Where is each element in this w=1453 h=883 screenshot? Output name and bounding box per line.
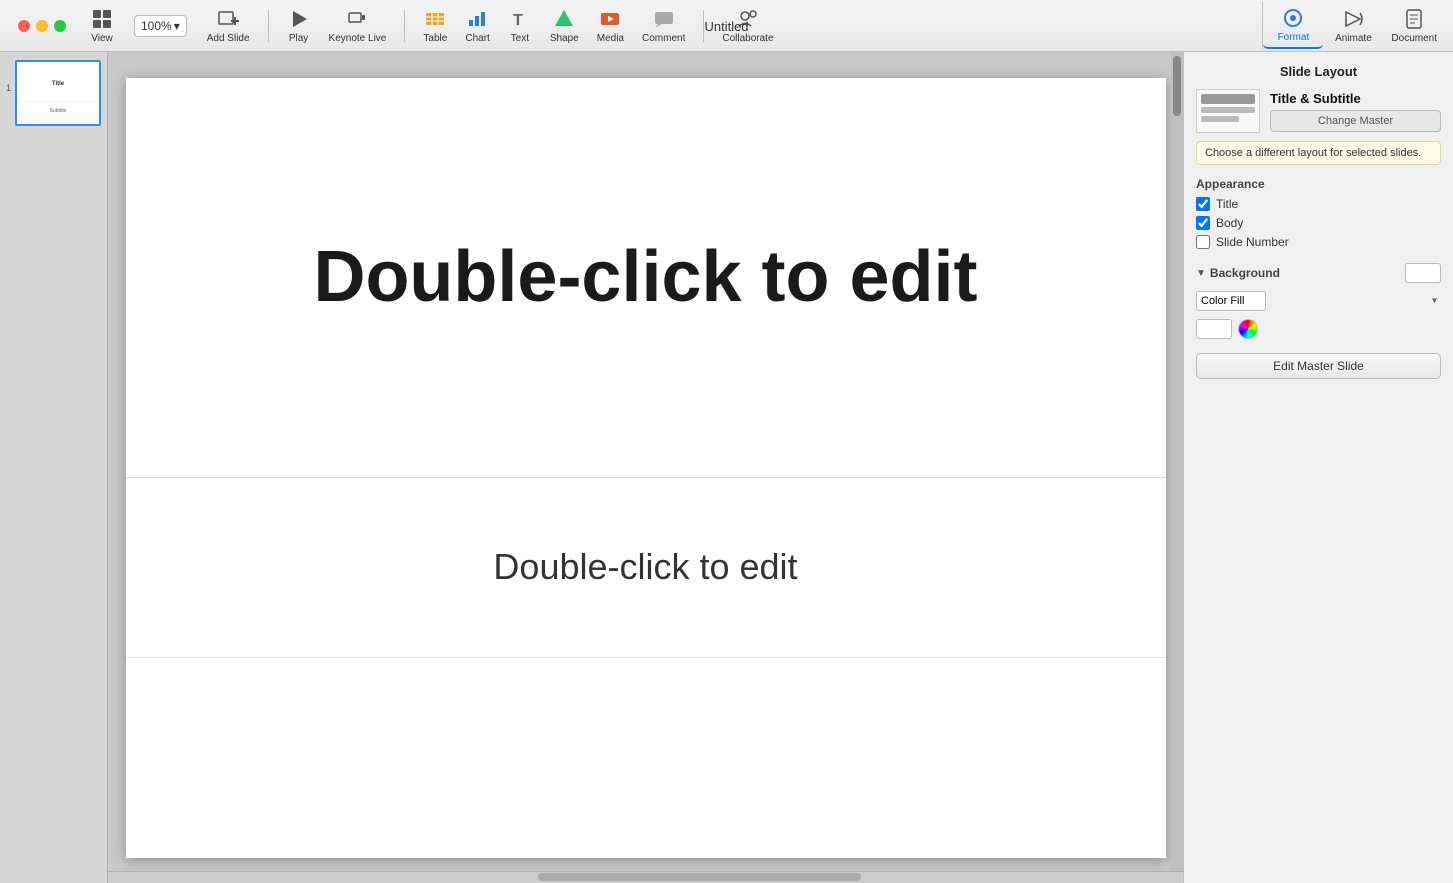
layout-thumb-sub-line2 <box>1201 116 1239 122</box>
media-button[interactable]: Media <box>589 3 632 48</box>
title-checkbox-label: Title <box>1216 197 1238 211</box>
zoom-control[interactable]: 100% ▾ <box>134 15 187 37</box>
shape-label: Shape <box>550 33 579 44</box>
minimize-button[interactable] <box>36 20 48 32</box>
text-button[interactable]: T Text <box>500 3 540 48</box>
chart-label: Chart <box>465 33 489 44</box>
background-title: Background <box>1210 266 1280 280</box>
layout-info: Title & Subtitle Change Master <box>1270 91 1441 132</box>
slide-number-checkbox[interactable] <box>1196 235 1210 249</box>
slide-canvas[interactable]: Double-click to edit Double-click to edi… <box>126 78 1166 858</box>
keynote-live-button[interactable]: Keynote Live <box>321 3 395 48</box>
title-checkbox-row: Title <box>1196 197 1441 211</box>
play-label: Play <box>289 33 308 44</box>
slide-thumbnail[interactable]: Title Subtitle <box>15 60 101 126</box>
animate-tab[interactable]: Animate <box>1323 3 1383 48</box>
divider-1 <box>268 10 269 42</box>
appearance-title: Appearance <box>1196 177 1441 191</box>
layout-thumbnail <box>1196 89 1260 133</box>
slide-number: 1 <box>6 83 11 93</box>
slide-number-checkbox-label: Slide Number <box>1216 235 1289 249</box>
maximize-button[interactable] <box>54 20 66 32</box>
keynote-live-label: Keynote Live <box>329 33 387 44</box>
text-icon: T <box>508 7 532 31</box>
background-fill-swatch[interactable] <box>1196 319 1232 339</box>
body-checkbox-row: Body <box>1196 216 1441 230</box>
title-placeholder[interactable]: Double-click to edit <box>313 236 977 318</box>
play-icon <box>287 7 311 31</box>
right-panel-content: Slide Layout Title & Subtitle Change Mas… <box>1184 52 1453 883</box>
edit-master-slide-button[interactable]: Edit Master Slide <box>1196 353 1441 379</box>
panel-section-title: Slide Layout <box>1196 64 1441 79</box>
close-button[interactable] <box>18 20 30 32</box>
color-wheel-icon[interactable] <box>1238 319 1258 339</box>
layout-thumb-sub-line <box>1201 107 1255 113</box>
body-checkbox[interactable] <box>1196 216 1210 230</box>
play-button[interactable]: Play <box>279 3 319 48</box>
document-label: Document <box>1391 33 1437 44</box>
format-icon <box>1281 6 1305 30</box>
subtitle-zone[interactable]: Double-click to edit <box>126 478 1166 658</box>
background-header[interactable]: ▼ Background <box>1196 263 1441 283</box>
background-color-swatch[interactable] <box>1405 263 1441 283</box>
scrollbar-thumb-h <box>538 873 861 881</box>
main-area: 1 Title Subtitle Double-click to edit <box>0 52 1453 883</box>
vertical-scrollbar[interactable] <box>1171 52 1183 871</box>
animate-icon <box>1341 7 1365 31</box>
keynote-live-icon <box>345 7 369 31</box>
zoom-value: 100% <box>141 19 172 33</box>
table-button[interactable]: Table <box>415 3 455 48</box>
background-section: ▼ Background Color Fill Gradient Fill Im… <box>1196 263 1441 339</box>
collapse-arrow-icon: ▼ <box>1196 268 1206 279</box>
comment-icon <box>652 7 676 31</box>
color-fill-select[interactable]: Color Fill Gradient Fill Image Fill None <box>1196 291 1266 311</box>
title-zone[interactable]: Double-click to edit <box>126 78 1166 478</box>
format-label: Format <box>1278 32 1310 43</box>
comment-button[interactable]: Comment <box>634 3 693 48</box>
body-checkbox-label: Body <box>1216 216 1243 230</box>
zoom-arrow: ▾ <box>174 19 180 33</box>
add-slide-icon <box>216 7 240 31</box>
svg-text:T: T <box>513 12 523 29</box>
right-panel: Slide Layout Title & Subtitle Change Mas… <box>1183 52 1453 883</box>
canvas-area: Double-click to edit Double-click to edi… <box>108 52 1183 883</box>
chart-icon <box>466 7 490 31</box>
appearance-section: Appearance Title Body Slide Number <box>1196 177 1441 249</box>
table-icon <box>423 7 447 31</box>
change-master-button[interactable]: Change Master <box>1270 110 1441 132</box>
layout-name: Title & Subtitle <box>1270 91 1441 106</box>
window-controls[interactable] <box>8 20 76 32</box>
chart-button[interactable]: Chart <box>457 3 497 48</box>
divider-2 <box>404 10 405 42</box>
view-label: View <box>91 33 113 44</box>
color-fill-row: Color Fill Gradient Fill Image Fill None <box>1196 291 1441 311</box>
view-icon <box>90 7 114 31</box>
layout-preview-row: Title & Subtitle Change Master <box>1196 89 1441 133</box>
add-slide-button[interactable]: Add Slide <box>199 3 258 48</box>
media-label: Media <box>597 33 624 44</box>
horizontal-scrollbar[interactable] <box>108 871 1183 883</box>
shape-icon <box>552 7 576 31</box>
format-tab[interactable]: Format <box>1263 2 1323 49</box>
subtitle-placeholder[interactable]: Double-click to edit <box>493 546 797 588</box>
document-tab[interactable]: Document <box>1383 3 1445 48</box>
scrollbar-thumb-v <box>1173 56 1181 116</box>
color-fill-wrapper: Color Fill Gradient Fill Image Fill None <box>1196 291 1441 311</box>
color-preview-row <box>1196 319 1441 339</box>
layout-tooltip: Choose a different layout for selected s… <box>1196 141 1441 165</box>
view-button[interactable]: View <box>82 3 122 48</box>
layout-thumb-title-line <box>1201 94 1255 104</box>
comment-label: Comment <box>642 33 685 44</box>
text-label: Text <box>511 33 529 44</box>
shape-button[interactable]: Shape <box>542 3 587 48</box>
table-label: Table <box>423 33 447 44</box>
add-slide-label: Add Slide <box>207 33 250 44</box>
window-title: Untitled <box>704 0 748 52</box>
slide-panel: 1 Title Subtitle <box>0 52 108 883</box>
document-icon <box>1402 7 1426 31</box>
slide-number-checkbox-row: Slide Number <box>1196 235 1441 249</box>
media-icon <box>598 7 622 31</box>
animate-label: Animate <box>1335 33 1372 44</box>
title-checkbox[interactable] <box>1196 197 1210 211</box>
